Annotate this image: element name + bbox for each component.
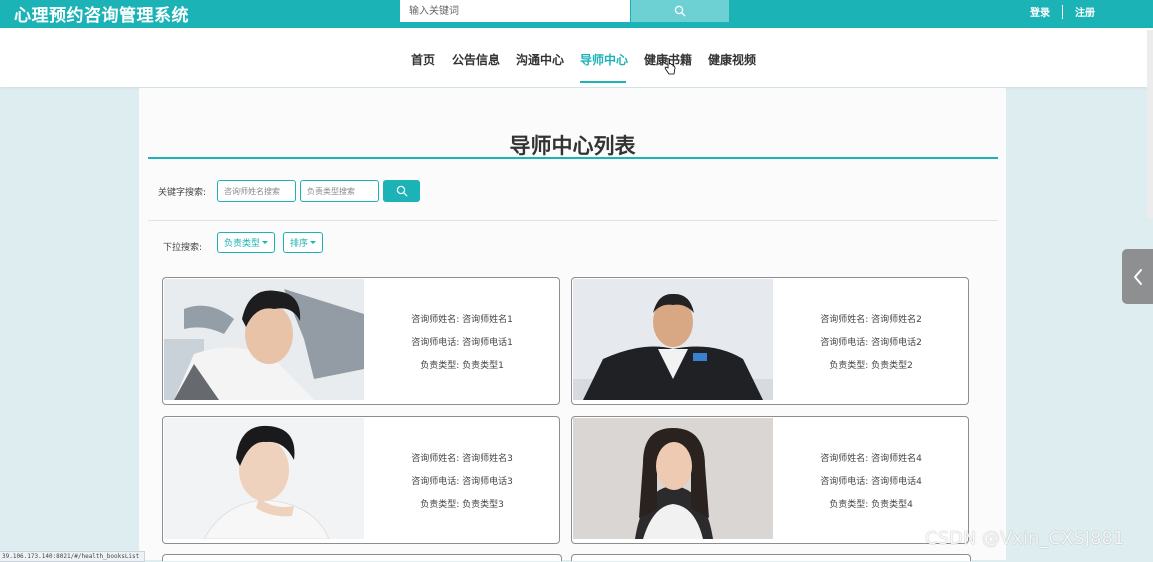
counselor-photo [573, 279, 773, 400]
site-title: 心理预约咨询管理系统 [14, 6, 189, 26]
counselor-info: 咨询师姓名: 咨询师姓名2 咨询师电话: 咨询师电话2 负责类型: 负责类型2 [774, 278, 968, 404]
responsibility-type-dropdown[interactable]: 负责类型 [217, 232, 276, 253]
filter-divider [148, 220, 998, 221]
counselor-phone: 咨询师电话: 咨询师电话2 [820, 337, 922, 348]
chevron-left-icon [1133, 268, 1142, 285]
header-search-button[interactable] [631, 0, 729, 22]
side-panel-toggle[interactable] [1122, 249, 1153, 304]
counselor-name-search-input[interactable] [217, 180, 296, 202]
watermark: CSDN @Vxin_CXSJ881 [925, 528, 1125, 549]
counselor-card[interactable]: 咨询师姓名: 咨询师姓名2 咨询师电话: 咨询师电话2 负责类型: 负责类型2 [571, 277, 969, 405]
main-nav: 首页 公告信息 沟通中心 导师中心 健康书籍 健康视频 [0, 28, 1153, 87]
search-icon [396, 185, 407, 197]
register-link[interactable]: 注册 [1075, 4, 1095, 19]
dropdown-label: 负责类型 [224, 239, 261, 249]
dropdown-search-label: 下拉搜索: [163, 243, 203, 253]
keyword-search-button[interactable] [383, 180, 420, 202]
counselor-phone: 咨询师电话: 咨询师电话4 [820, 476, 922, 487]
status-bar-url: 39.106.173.140:8021/#/health_booksList [0, 551, 146, 562]
auth-links: 登录 注册 [1030, 4, 1095, 19]
caret-down-icon [262, 241, 269, 244]
counselor-phone: 咨询师电话: 咨询师电话3 [411, 476, 513, 487]
login-link[interactable]: 登录 [1030, 4, 1050, 19]
mouse-cursor-icon [664, 58, 676, 75]
counselor-info: 咨询师姓名: 咨询师姓名4 咨询师电话: 咨询师电话4 负责类型: 负责类型4 [774, 417, 968, 543]
content-panel: 导师中心列表 关键字搜索: 下拉搜索: 负责类型 排序 咨询师姓名: 咨 [139, 88, 1006, 561]
counselor-name: 咨询师姓名: 咨询师姓名1 [411, 314, 513, 325]
counselor-phone: 咨询师电话: 咨询师电话1 [411, 337, 513, 348]
counselor-type: 负责类型: 负责类型1 [420, 360, 504, 371]
sort-dropdown[interactable]: 排序 [283, 232, 324, 253]
search-icon [674, 5, 686, 17]
counselor-type: 负责类型: 负责类型2 [829, 360, 913, 371]
responsibility-type-search-input[interactable] [300, 180, 379, 202]
auth-divider [1062, 4, 1063, 19]
counselor-type: 负责类型: 负责类型3 [420, 499, 504, 510]
keyword-search-label: 关键字搜索: [158, 188, 207, 198]
counselor-photo [164, 279, 364, 400]
dropdown-label: 排序 [290, 239, 309, 249]
top-bar: 心理预约咨询管理系统 登录 注册 [0, 0, 1153, 28]
counselor-card[interactable]: 咨询师姓名: 咨询师姓名4 咨询师电话: 咨询师电话4 负责类型: 负责类型4 [571, 416, 969, 544]
counselor-photo [573, 418, 773, 539]
page-title: 导师中心列表 [509, 134, 636, 158]
counselor-type: 负责类型: 负责类型4 [829, 499, 913, 510]
title-underline [148, 157, 998, 159]
counselor-name: 咨询师姓名: 咨询师姓名2 [820, 314, 922, 325]
caret-down-icon [310, 241, 317, 244]
nav-health-videos[interactable]: 健康视频 [708, 51, 756, 68]
counselor-photo [164, 418, 364, 539]
nav-communication[interactable]: 沟通中心 [516, 51, 564, 68]
nav-home[interactable]: 首页 [411, 51, 435, 68]
counselor-name: 咨询师姓名: 咨询师姓名3 [411, 453, 513, 464]
page-scrollbar[interactable] [1147, 30, 1153, 218]
counselor-card[interactable]: 咨询师姓名: 咨询师姓名1 咨询师电话: 咨询师电话1 负责类型: 负责类型1 [162, 277, 560, 405]
counselor-info: 咨询师姓名: 咨询师姓名1 咨询师电话: 咨询师电话1 负责类型: 负责类型1 [365, 278, 559, 404]
nav-active-indicator [580, 81, 626, 83]
counselor-card[interactable]: 咨询师姓名: 咨询师姓名3 咨询师电话: 咨询师电话3 负责类型: 负责类型3 [162, 416, 560, 544]
header-search-input[interactable] [400, 0, 630, 22]
counselor-name: 咨询师姓名: 咨询师姓名4 [820, 453, 922, 464]
nav-announcements[interactable]: 公告信息 [452, 51, 500, 68]
nav-mentor-center[interactable]: 导师中心 [580, 51, 628, 68]
counselor-info: 咨询师姓名: 咨询师姓名3 咨询师电话: 咨询师电话3 负责类型: 负责类型3 [365, 417, 559, 543]
